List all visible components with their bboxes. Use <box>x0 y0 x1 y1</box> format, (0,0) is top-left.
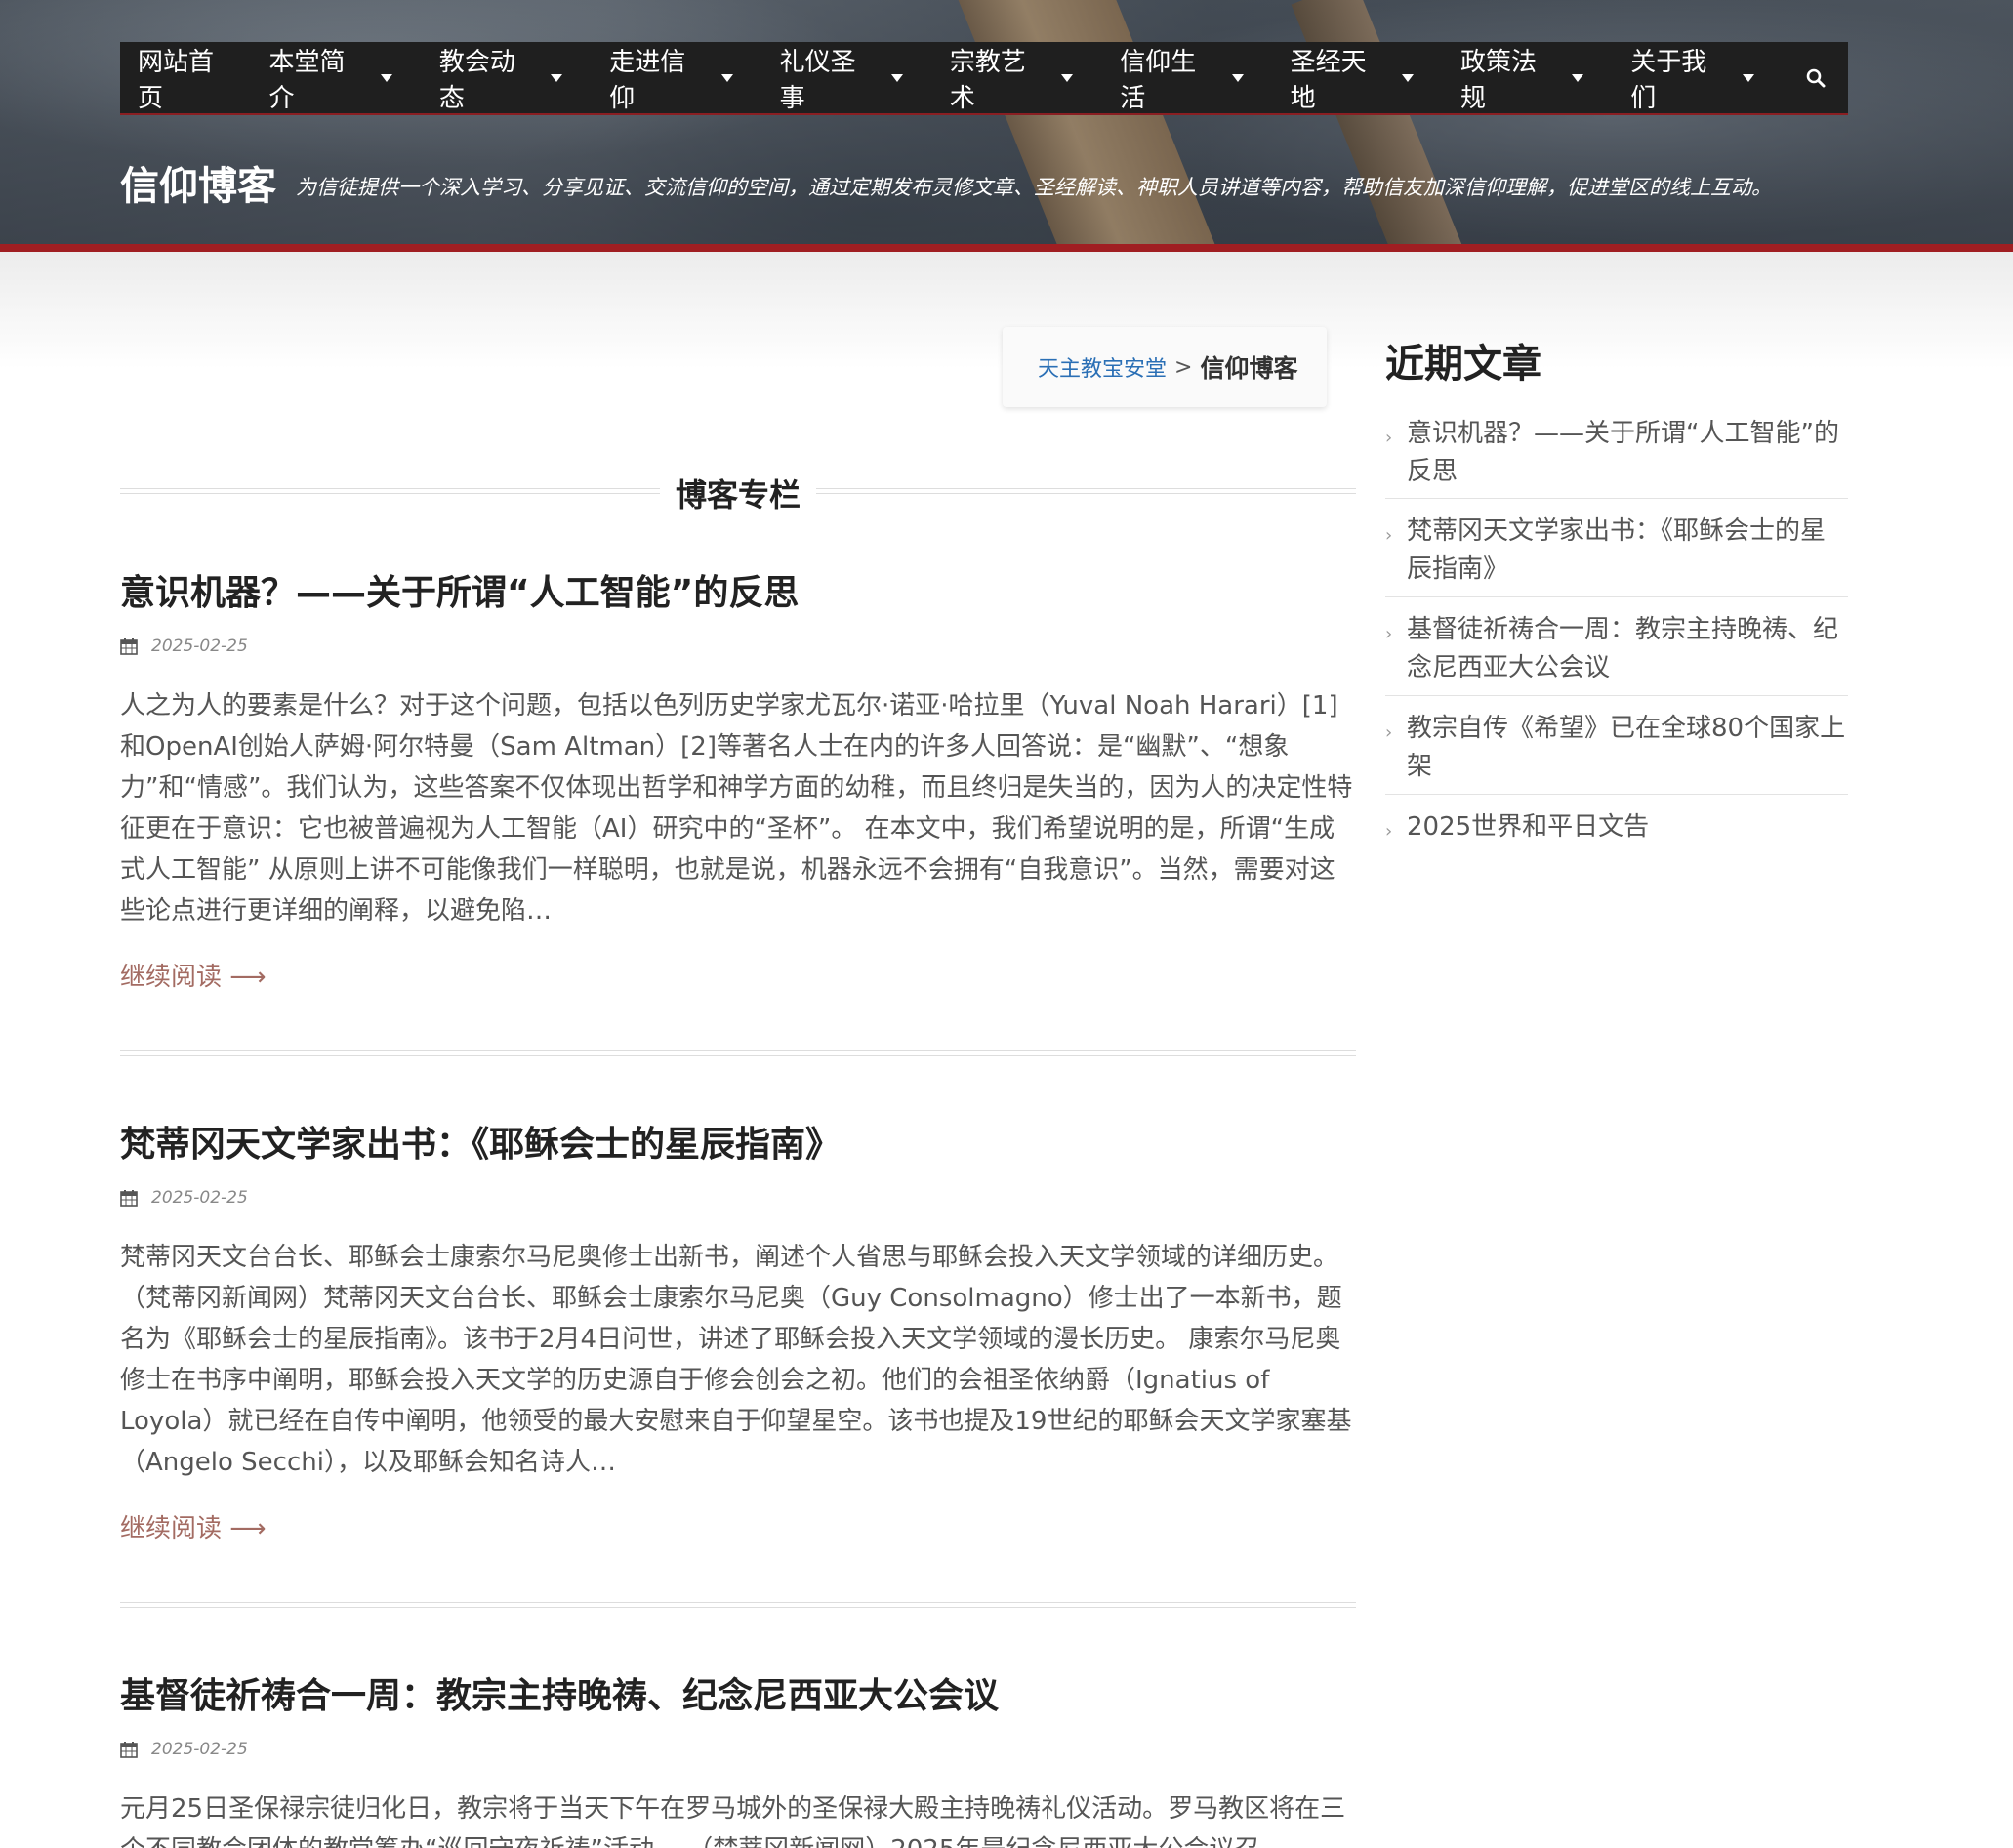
post-title-link[interactable]: 梵蒂冈天文学家出书：《耶稣会士的星辰指南》 <box>120 1116 1356 1167</box>
search-button[interactable] <box>1784 41 1848 114</box>
nav-item-church-news[interactable]: 教会动态 <box>422 41 592 114</box>
nav-label: 网站首页 <box>138 47 215 113</box>
nav-item-religious-art[interactable]: 宗教艺术 <box>932 41 1102 114</box>
post-excerpt: 元月25日圣保禄宗徒归化日，教宗将于当天下午在罗马城外的圣保禄大殿主持晚祷礼仪活… <box>120 1794 1346 1848</box>
recent-post-link[interactable]: › 梵蒂冈天文学家出书：《耶稣会士的星辰指南》 <box>1385 511 1848 597</box>
nav-item-bible[interactable]: 圣经天地 <box>1273 41 1443 114</box>
breadcrumb: 天主教宝安堂 > 信仰博客 <box>1003 327 1327 407</box>
post-date: 2025-02-25 <box>151 637 248 656</box>
post-divider <box>120 1050 1356 1056</box>
read-more-link[interactable]: 继续阅读 ⟶ <box>120 957 267 993</box>
caret-down-icon <box>1572 73 1584 82</box>
nav-item-about-church[interactable]: 本堂简介 <box>252 41 422 114</box>
post-date: 2025-02-25 <box>151 1188 248 1208</box>
blog-post: 意识机器？——关于所谓“人工智能”的反思 2025-02-25 人之为人的要素是… <box>120 564 1356 993</box>
calendar-icon <box>120 1190 138 1207</box>
recent-post-link[interactable]: › 基督徒祈祷合一周：教宗主持晚祷、纪念尼西亚大公会议 <box>1385 609 1848 696</box>
post-title-link[interactable]: 意识机器？——关于所谓“人工智能”的反思 <box>120 564 1356 615</box>
blog-post: 基督徒祈祷合一周：教宗主持晚祷、纪念尼西亚大公会议 2025-02-25 元月2… <box>120 1667 1356 1848</box>
recent-post-title: 意识机器？——关于所谓“人工智能”的反思 <box>1407 419 1839 486</box>
cross-image-shadow <box>1291 0 1472 244</box>
post-meta: 2025-02-25 <box>120 637 1356 656</box>
blog-post: 梵蒂冈天文学家出书：《耶稣会士的星辰指南》 2025-02-25 梵蒂冈天文台台… <box>120 1116 1356 1544</box>
header-banner: 网站首页 本堂简介 教会动态 走进信仰 礼仪圣事 宗教艺术 信仰生活 圣经天地 … <box>0 0 2013 244</box>
post-title-link[interactable]: 基督徒祈祷合一周：教宗主持晚祷、纪念尼西亚大公会议 <box>120 1667 1356 1718</box>
post-divider <box>120 1602 1356 1608</box>
nav-item-policy[interactable]: 政策法规 <box>1443 41 1613 114</box>
nav-item-home[interactable]: 网站首页 <box>120 41 252 114</box>
recent-post-title: 基督徒祈祷合一周：教宗主持晚祷、纪念尼西亚大公会议 <box>1407 615 1839 682</box>
header-accent-line <box>0 244 2013 252</box>
calendar-icon <box>120 1742 138 1758</box>
caret-down-icon <box>890 73 903 82</box>
post-excerpt: 梵蒂冈天文台台长、耶稣会士康索尔马尼奥修士出新书，阐述个人省思与耶稣会投入天文学… <box>120 1243 1352 1477</box>
nav-label: 教会动态 <box>438 47 515 113</box>
nav-label: 走进信仰 <box>609 47 686 113</box>
search-icon <box>1806 68 1826 87</box>
read-more-link[interactable]: 继续阅读 ⟶ <box>120 1508 267 1544</box>
nav-label: 宗教艺术 <box>949 47 1026 113</box>
nav-item-faith-life[interactable]: 信仰生活 <box>1102 41 1272 114</box>
post-date: 2025-02-25 <box>151 1740 248 1759</box>
caret-down-icon <box>551 73 563 82</box>
nav-label: 信仰生活 <box>1120 47 1197 113</box>
nav-label: 关于我们 <box>1630 47 1707 113</box>
chevron-right-icon: › <box>1385 821 1393 842</box>
caret-down-icon <box>720 73 733 82</box>
recent-post-link[interactable]: › 2025世界和平日文告 <box>1385 806 1848 855</box>
recent-post-title: 2025世界和平日文告 <box>1407 812 1650 842</box>
nav-label: 圣经天地 <box>1290 47 1367 113</box>
post-excerpt: 人之为人的要素是什么？对于这个问题，包括以色列历史学家尤瓦尔·诺亚·哈拉里（Yu… <box>120 691 1353 925</box>
section-heading: 博客专栏 <box>120 471 1356 515</box>
site-title: 信仰博客 <box>120 164 276 209</box>
breadcrumb-current: 信仰博客 <box>1200 354 1298 383</box>
recent-post-title: 梵蒂冈天文学家出书：《耶稣会士的星辰指南》 <box>1407 516 1827 584</box>
calendar-icon <box>120 638 138 655</box>
nav-label: 本堂简介 <box>268 47 346 113</box>
caret-down-icon <box>1231 73 1244 82</box>
site-description: 为信徒提供一个深入学习、分享见证、交流信仰的空间，通过定期发布灵修文章、圣经解读… <box>296 176 1772 199</box>
nav-label: 政策法规 <box>1459 47 1537 113</box>
sidebar: 近期文章 <box>1385 332 1848 389</box>
post-meta: 2025-02-25 <box>120 1188 1356 1208</box>
breadcrumb-home-link[interactable]: 天主教宝安堂 <box>1038 351 1167 383</box>
caret-down-icon <box>1401 73 1414 82</box>
nav-item-about-us[interactable]: 关于我们 <box>1613 41 1783 114</box>
recent-post-title: 教宗自传《希望》已在全球80个国家上架 <box>1407 714 1846 781</box>
main-navbar: 网站首页 本堂简介 教会动态 走进信仰 礼仪圣事 宗教艺术 信仰生活 圣经天地 … <box>120 42 1848 115</box>
nav-item-liturgy[interactable]: 礼仪圣事 <box>762 41 932 114</box>
chevron-right-icon: › <box>1385 525 1393 546</box>
section-title: 博客专栏 <box>659 471 817 515</box>
post-meta: 2025-02-25 <box>120 1740 1356 1759</box>
caret-down-icon <box>1742 73 1754 82</box>
nav-label: 礼仪圣事 <box>779 47 856 113</box>
sidebar-title: 近期文章 <box>1385 342 1541 387</box>
chevron-right-icon: › <box>1385 428 1393 448</box>
caret-down-icon <box>1061 73 1074 82</box>
caret-down-icon <box>380 73 392 82</box>
recent-post-link[interactable]: › 意识机器？——关于所谓“人工智能”的反思 <box>1385 413 1848 499</box>
cross-image <box>951 0 1226 244</box>
chevron-right-icon: › <box>1385 722 1393 743</box>
nav-item-faith[interactable]: 走进信仰 <box>592 41 761 114</box>
recent-post-link[interactable]: › 教宗自传《希望》已在全球80个国家上架 <box>1385 708 1848 795</box>
breadcrumb-separator: > <box>1174 354 1193 380</box>
chevron-right-icon: › <box>1385 624 1393 644</box>
